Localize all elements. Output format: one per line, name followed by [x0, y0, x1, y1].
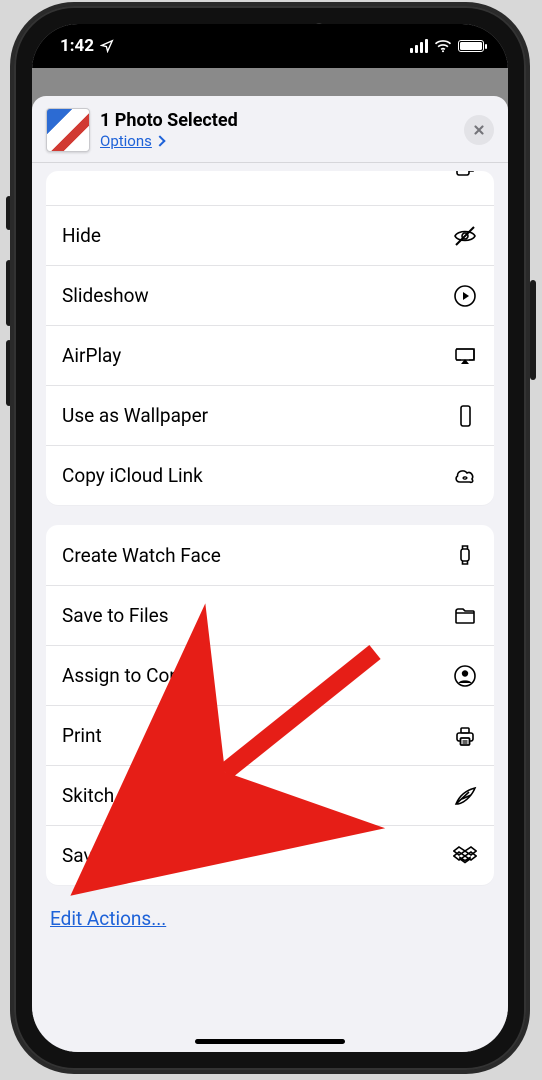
action-group-1: Duplicate Hide Slideshow: [46, 171, 494, 505]
action-duplicate[interactable]: Duplicate: [46, 171, 494, 205]
action-assign-to-contact[interactable]: Assign to Contact: [46, 645, 494, 705]
duplicate-icon: [452, 171, 478, 179]
action-label: Use as Wallpaper: [62, 404, 452, 427]
action-label: Slideshow: [62, 284, 452, 307]
action-save-to-dropbox[interactable]: Save to Dropbox: [46, 825, 494, 885]
action-label: Print: [62, 724, 452, 747]
silent-switch[interactable]: [6, 196, 12, 230]
printer-icon: [452, 723, 478, 749]
action-save-to-files[interactable]: Save to Files: [46, 585, 494, 645]
share-sheet: 1 Photo Selected Options Duplicate: [32, 96, 508, 1052]
action-label: Copy iCloud Link: [62, 464, 452, 487]
play-circle-icon: [452, 283, 478, 309]
battery-icon: [458, 40, 484, 52]
action-label: AirPlay: [62, 344, 452, 367]
dropbox-icon: [452, 843, 478, 869]
action-skitch[interactable]: Skitch: [46, 765, 494, 825]
action-label: Assign to Contact: [62, 664, 452, 687]
close-button[interactable]: [464, 115, 494, 145]
cell-signal-icon: [410, 39, 429, 53]
action-airplay[interactable]: AirPlay: [46, 325, 494, 385]
close-icon: [472, 123, 486, 137]
action-create-watch-face[interactable]: Create Watch Face: [46, 525, 494, 585]
wifi-icon: [434, 39, 452, 53]
options-link[interactable]: Options: [100, 132, 164, 150]
edit-actions-link[interactable]: Edit Actions...: [50, 907, 166, 930]
status-bar: 1:42: [32, 24, 508, 68]
screen: 1:42 1 Photo Selected Options: [32, 24, 508, 1052]
airplay-icon: [452, 343, 478, 369]
iphone-icon: [452, 403, 478, 429]
action-label: Skitch: [62, 784, 452, 807]
action-hide[interactable]: Hide: [46, 205, 494, 265]
cloud-link-icon: [452, 463, 478, 489]
action-label: Save to Dropbox: [62, 844, 452, 867]
sheet-title: 1 Photo Selected: [100, 110, 454, 131]
folder-icon: [452, 603, 478, 629]
side-power-button[interactable]: [530, 280, 536, 380]
eye-slash-icon: [452, 223, 478, 249]
action-print[interactable]: Print: [46, 705, 494, 765]
volume-up-button[interactable]: [6, 260, 12, 326]
watch-icon: [452, 542, 478, 568]
action-label: Hide: [62, 224, 452, 247]
location-arrow-icon: [100, 39, 114, 53]
action-group-2: Create Watch Face Save to Files Assign t…: [46, 525, 494, 885]
action-label: Save to Files: [62, 604, 452, 627]
feather-icon: [452, 783, 478, 809]
action-label: Create Watch Face: [62, 544, 452, 567]
home-indicator[interactable]: [195, 1039, 345, 1044]
person-circle-icon: [452, 663, 478, 689]
action-slideshow[interactable]: Slideshow: [46, 265, 494, 325]
selected-photo-thumbnail[interactable]: [46, 108, 90, 152]
phone-frame: 1:42 1 Photo Selected Options: [14, 6, 526, 1070]
action-use-as-wallpaper[interactable]: Use as Wallpaper: [46, 385, 494, 445]
status-time: 1:42: [60, 36, 94, 56]
volume-down-button[interactable]: [6, 340, 12, 406]
action-copy-icloud-link[interactable]: Copy iCloud Link: [46, 445, 494, 505]
sheet-header: 1 Photo Selected Options: [32, 96, 508, 163]
